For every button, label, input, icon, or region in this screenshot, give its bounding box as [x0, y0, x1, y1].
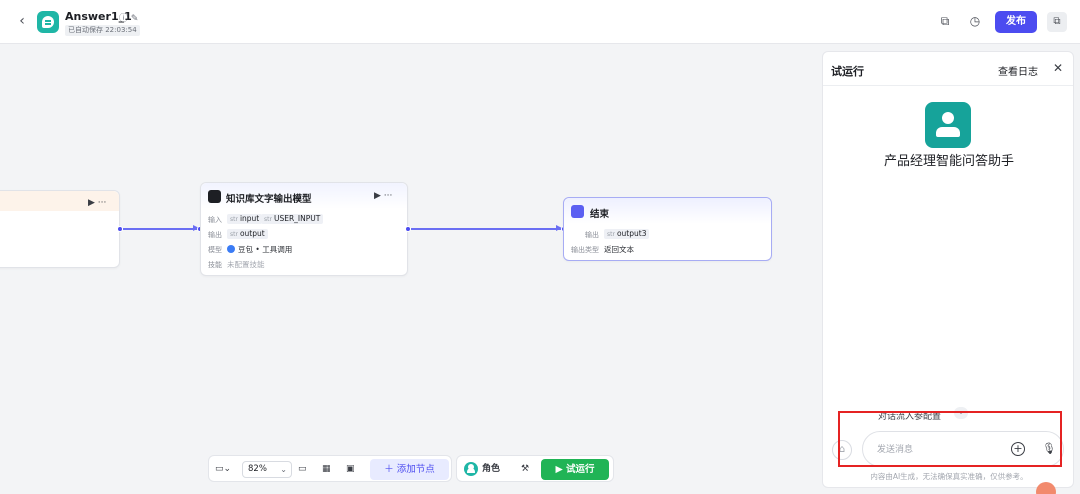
- comment-icon[interactable]: ▭: [298, 456, 307, 483]
- test-run-button[interactable]: ▶ 试运行: [541, 459, 609, 480]
- autosave-status: 已自动保存 22:03:54: [65, 25, 140, 36]
- doubao-icon: [227, 245, 235, 253]
- knowledge-llm-node[interactable]: 知识库文字输出模型 ▶ ··· 输入 str input str USER_INPU…: [200, 182, 408, 276]
- wrench-icon[interactable]: ⚒: [521, 456, 529, 483]
- role-avatar-icon: [464, 462, 478, 476]
- output-type-value: 返回文本: [604, 245, 634, 254]
- input-var-chip: str USER_INPUT: [261, 214, 324, 224]
- run-toolbar: 角色 ⚒ ▶ 试运行: [456, 455, 614, 482]
- view-log-link[interactable]: 查看日志: [998, 63, 1038, 78]
- canvas-toolbar: ▭⌄ 82% ⌄ ▭ ▦ ▣ ＋ 添加节点: [208, 455, 452, 482]
- model-value: 豆包 • 工具调用: [238, 245, 293, 254]
- top-bar: ‹ Answer1_1 ⓘ ✎ 已自动保存 22:03:54 ⧉ ◷ 发布 ⧉: [0, 0, 1080, 44]
- output-var-chip: str output: [227, 229, 268, 239]
- image-icon[interactable]: ▣: [346, 456, 355, 483]
- output-label: 输出: [585, 231, 599, 239]
- node-title: 结束: [590, 209, 610, 220]
- connection-edge: [123, 225, 199, 231]
- bot-avatar-icon: [925, 102, 971, 148]
- zoom-select[interactable]: 82% ⌄: [242, 461, 292, 478]
- info-edit-icons[interactable]: ⓘ ✎: [119, 11, 138, 24]
- end-node[interactable]: 结束 输出 str output3 输出类型 返回文本: [563, 197, 772, 261]
- close-icon[interactable]: ✕: [1051, 61, 1065, 75]
- app-icon: [37, 11, 59, 33]
- workflow-canvas[interactable]: ▶ ··· 知识库文字输出模型 ▶ ··· 输入 str input str USE…: [0, 44, 822, 494]
- model-label: 模型: [208, 246, 222, 254]
- panel-title: 试运行: [831, 65, 864, 78]
- ai-disclaimer: 内容由AI生成，无法确保真实准确，仅供参考。: [870, 472, 1028, 481]
- chevron-down-icon: ⌄: [280, 465, 287, 474]
- minimap-icon[interactable]: ▭⌄: [215, 456, 231, 483]
- start-node[interactable]: ▶ ···: [0, 190, 120, 268]
- bot-name: 产品经理智能问答助手: [883, 154, 1014, 169]
- grid-icon[interactable]: ▦: [322, 456, 331, 483]
- add-node-button[interactable]: ＋ 添加节点: [370, 459, 449, 480]
- chevron-left-icon[interactable]: ‹: [14, 13, 30, 29]
- publish-button[interactable]: 发布: [995, 11, 1037, 33]
- output-label: 输出: [208, 231, 222, 239]
- window-icon[interactable]: ⧉: [1047, 12, 1067, 32]
- panel-header: 试运行 查看日志 ✕: [823, 52, 1073, 86]
- connection-edge: [411, 225, 562, 231]
- output-var-chip: str output3: [604, 229, 650, 239]
- node-controls[interactable]: ▶ ···: [88, 198, 106, 208]
- skill-value: 未配置技能: [227, 260, 265, 269]
- node-title: 知识库文字输出模型: [226, 194, 312, 205]
- zoom-value: 82%: [248, 464, 267, 474]
- input-label: 输入: [208, 216, 222, 224]
- skill-label: 技能: [208, 261, 222, 269]
- exit-icon: [571, 205, 584, 218]
- node-controls[interactable]: ▶ ···: [374, 191, 392, 201]
- highlight-annotation: [838, 411, 1062, 467]
- copy-icon[interactable]: ⧉: [937, 13, 953, 29]
- llm-node-icon: [208, 190, 221, 203]
- output-type-label: 输出类型: [571, 246, 599, 254]
- input-var-chip: str input: [227, 214, 263, 224]
- history-icon[interactable]: ◷: [967, 13, 983, 29]
- role-button[interactable]: 角色: [482, 456, 500, 483]
